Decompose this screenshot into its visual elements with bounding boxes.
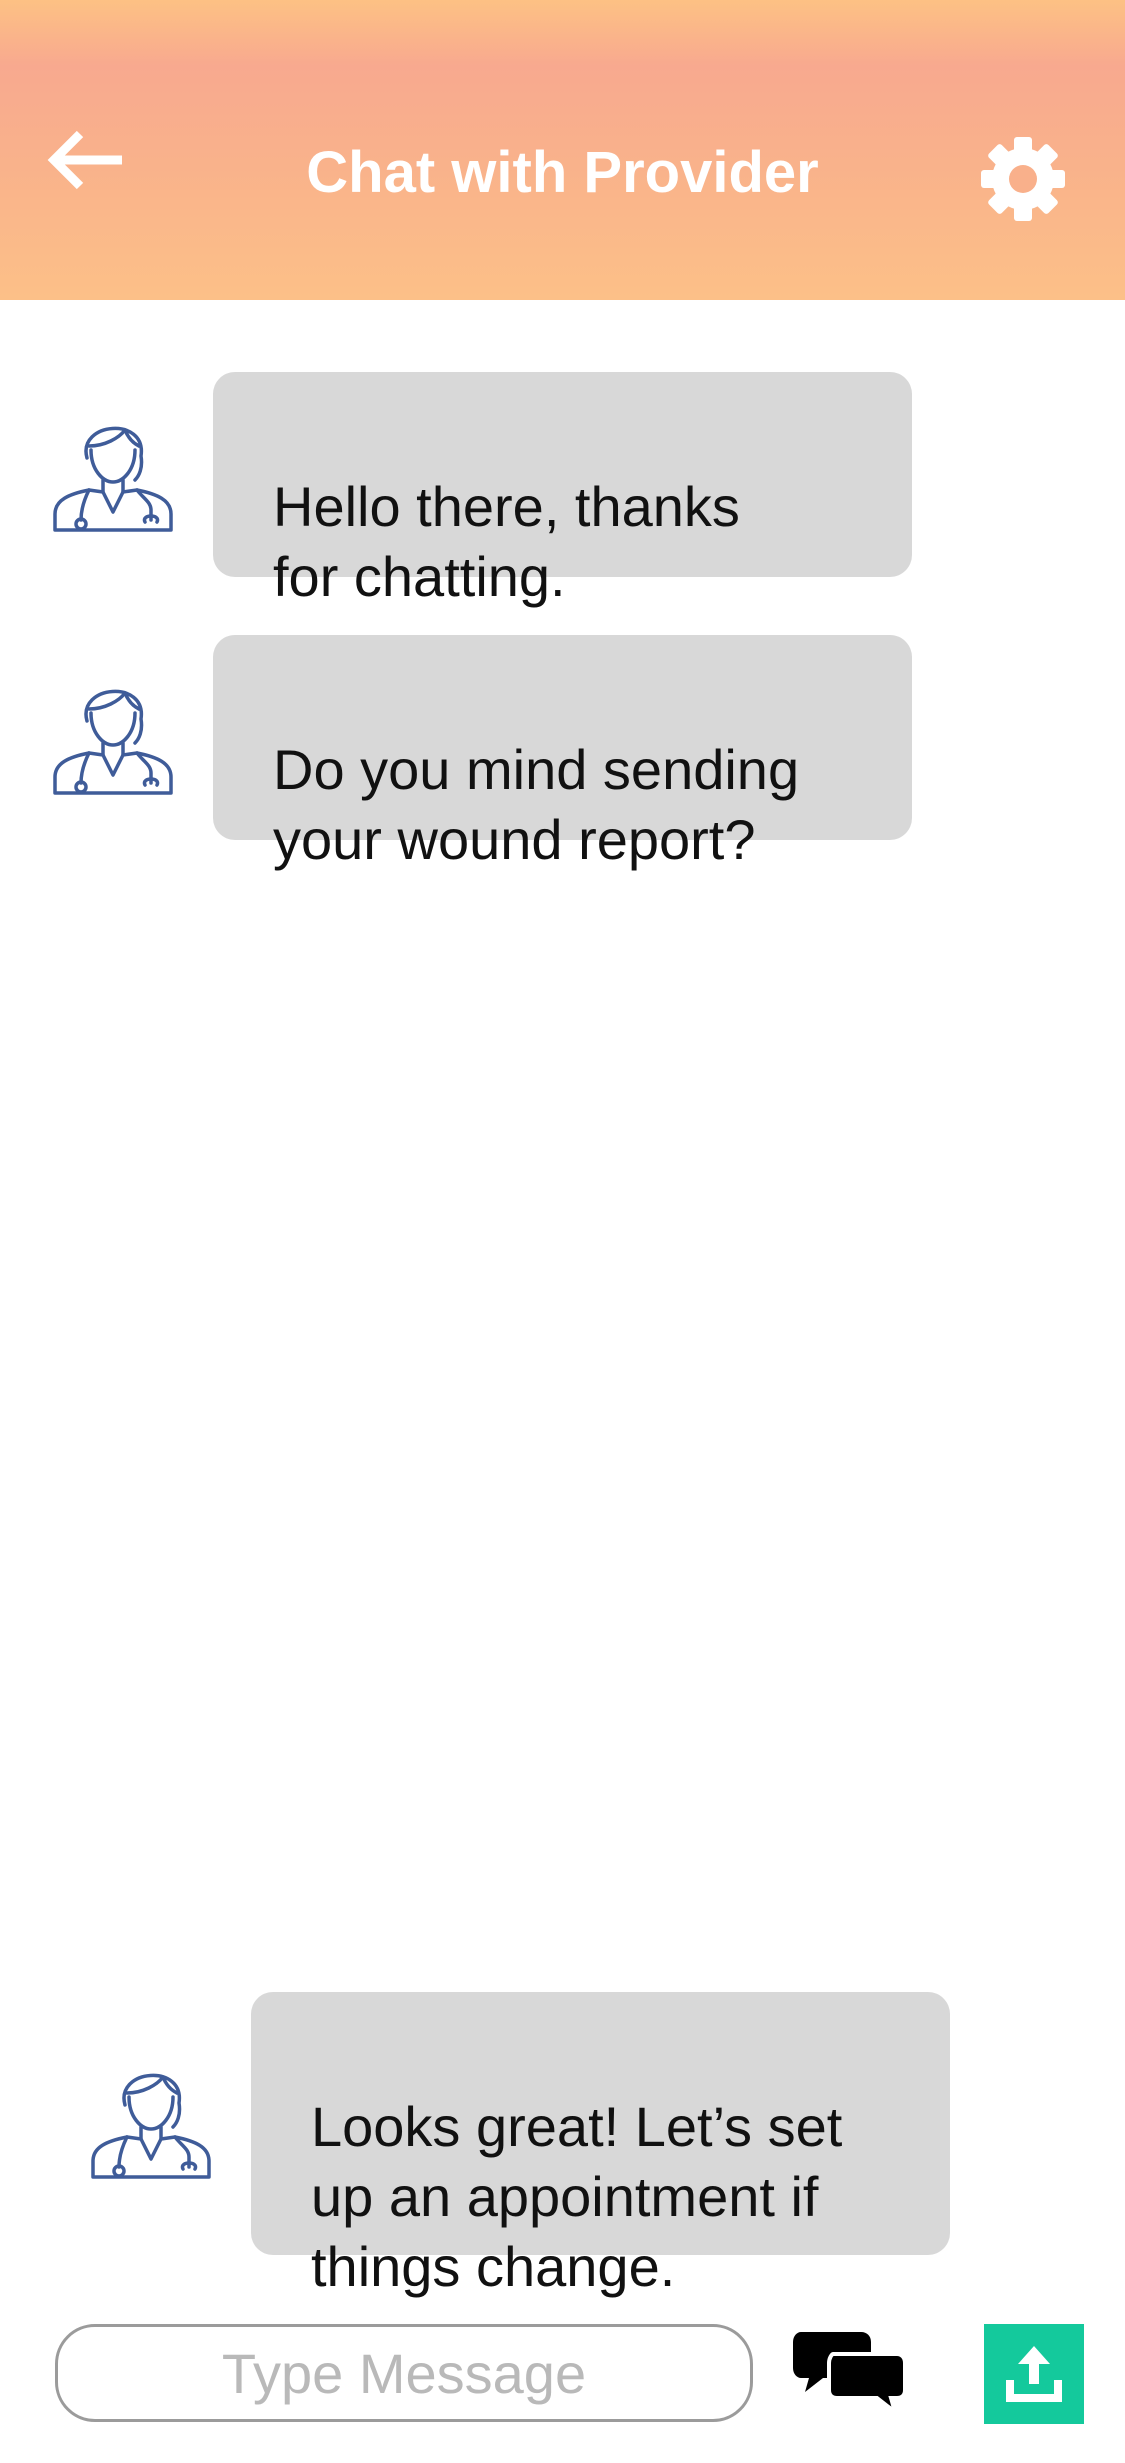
settings-button[interactable]	[980, 136, 1066, 222]
message-bubble: Looks great! Let’s set up an appointment…	[251, 1992, 950, 2298]
message-bubble: Hello there, thanks for chatting.	[213, 372, 912, 608]
chat-screen: Chat with Provider Hello there, thanks f…	[0, 0, 1125, 2463]
arrow-left-icon	[47, 130, 122, 190]
message-bubble: Do you mind sending your wound report?	[213, 635, 912, 871]
message-text: Do you mind sending your wound report?	[273, 738, 800, 871]
chat-bubbles-icon	[793, 2332, 907, 2418]
provider-avatar	[47, 665, 179, 797]
doctor-avatar-icon	[91, 2073, 211, 2179]
back-button[interactable]	[40, 120, 140, 200]
message-text: Looks great! Let’s set up an appointment…	[311, 2095, 843, 2298]
provider-avatar	[47, 402, 179, 534]
provider-avatar	[85, 2049, 217, 2181]
header-bar: Chat with Provider	[0, 0, 1125, 300]
message-text: Hello there, thanks for chatting.	[273, 475, 740, 608]
doctor-avatar-icon	[53, 426, 173, 532]
upload-icon	[1006, 2346, 1062, 2402]
gear-icon	[981, 137, 1065, 221]
chat-button[interactable]	[793, 2328, 907, 2418]
upload-button[interactable]	[984, 2324, 1084, 2424]
message-input[interactable]	[55, 2324, 753, 2422]
page-title: Chat with Provider	[306, 140, 819, 205]
doctor-avatar-icon	[53, 689, 173, 795]
